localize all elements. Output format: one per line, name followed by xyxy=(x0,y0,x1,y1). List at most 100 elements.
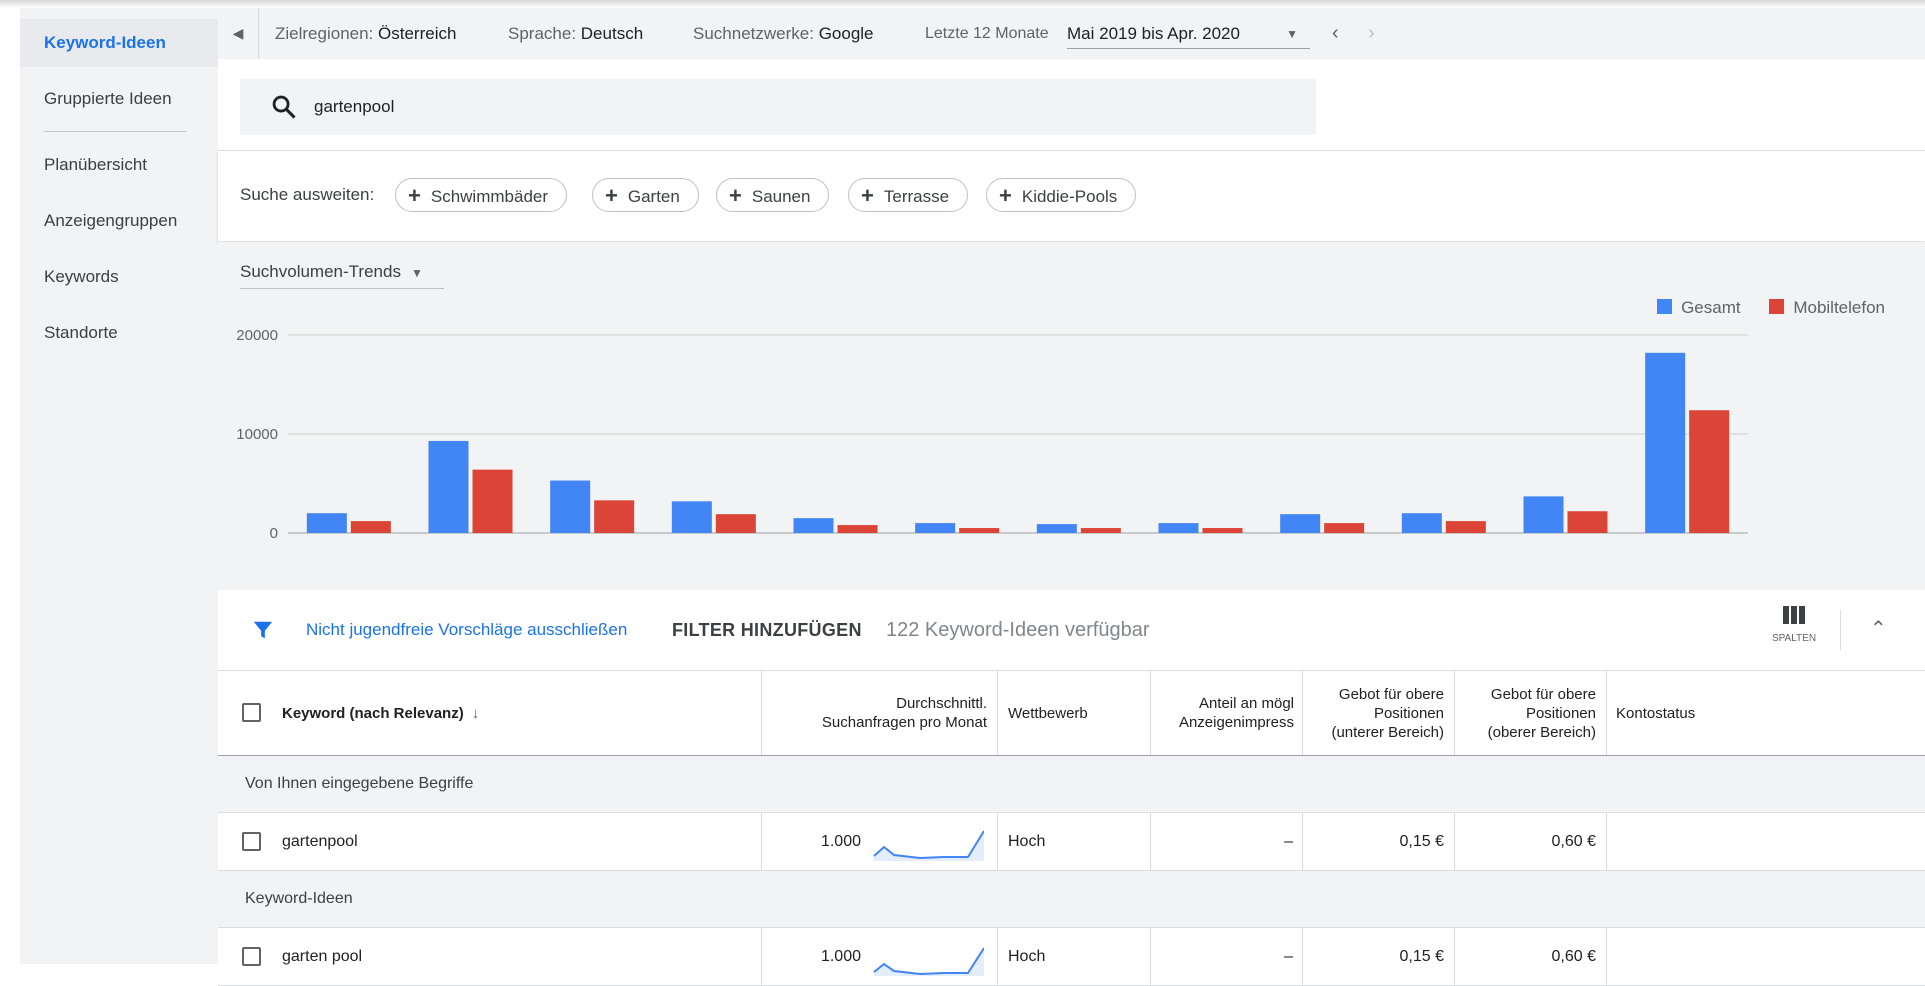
plus-icon: + xyxy=(408,183,421,208)
date-range-value: Mai 2019 bis Apr. 2020 xyxy=(1067,24,1240,43)
column-divider xyxy=(997,671,998,755)
column-header-bid-low[interactable]: Gebot für obere Positionen (unterer Bereic… xyxy=(1302,671,1454,755)
chip-label: Saunen xyxy=(751,187,811,206)
avg-searches-cell: 1.000 xyxy=(820,833,861,850)
exclude-adult-link[interactable]: Nicht jugendfreie Vorschläge ausschließe… xyxy=(306,590,627,670)
column-divider xyxy=(1606,813,1607,870)
chevron-right-icon[interactable]: › xyxy=(1368,8,1375,59)
header-line: Positionen xyxy=(1373,704,1444,722)
columns-icon xyxy=(1783,606,1805,624)
columns-label: SPALTEN xyxy=(1771,633,1817,644)
keyword-cell: gartenpool xyxy=(282,833,358,850)
group-label: Keyword-Ideen xyxy=(245,890,353,907)
search-area: gartenpool xyxy=(218,59,1925,158)
row-checkbox[interactable] xyxy=(242,947,261,966)
column-header-keyword[interactable]: Keyword (nach Relevanz) ↓ xyxy=(282,671,642,755)
sidebar-item-planuebersicht[interactable]: Planübersicht xyxy=(20,141,218,189)
chip-label: Garten xyxy=(627,187,680,206)
x-tick-label: Dez. 2019 xyxy=(1166,540,1234,542)
x-tick-label: Juli 2019 xyxy=(562,540,622,542)
bar-gesamt xyxy=(306,513,347,533)
chip-label: Schwimmbäder xyxy=(430,187,549,206)
search-query: gartenpool xyxy=(314,97,395,116)
group-label: Von Ihnen eingegebene Begriffe xyxy=(245,775,474,792)
column-divider xyxy=(997,813,998,870)
bar-chart: 20000 10000 0 Mai 2019 Juni 2019 Juli 2019 Aug… xyxy=(236,327,1748,542)
period-label: Letzte 12 Monate xyxy=(925,25,1049,42)
suggestion-chip[interactable]: + Terrasse xyxy=(848,178,969,212)
plus-icon: + xyxy=(999,183,1012,208)
y-tick-label: 10000 xyxy=(236,426,278,443)
x-tick-label: Okt. 2019 xyxy=(925,540,990,542)
table-row[interactable]: garten pool 1.000 Hoch – 0,15 € 0,60 € xyxy=(218,928,1925,986)
bar-gesamt xyxy=(915,523,956,533)
x-tick-label: Mai 2019 xyxy=(318,540,380,542)
header-line: Anteil an mögl xyxy=(1198,695,1294,712)
bid-low-cell: 0,15 € xyxy=(1399,948,1444,965)
language-label: Sprache: xyxy=(508,24,577,43)
suggestion-chip[interactable]: + Saunen xyxy=(716,178,830,212)
x-tick-label: März 2020 xyxy=(1530,540,1601,542)
y-tick-label: 0 xyxy=(270,525,278,542)
caret-down-icon: ▼ xyxy=(410,266,423,280)
column-header-bid-high[interactable]: Gebot für obere Positionen (oberer Bereich… xyxy=(1454,671,1606,755)
sidebar-item-gruppierte-ideen[interactable]: Gruppierte Ideen xyxy=(20,75,218,123)
chevron-up-icon[interactable]: ⌃ xyxy=(1870,616,1887,641)
arrow-down-icon: ↓ xyxy=(471,704,480,722)
suggestion-chip[interactable]: + Kiddie-Pools xyxy=(986,178,1137,212)
trend-dropdown-label: Suchvolumen-Trends xyxy=(240,262,401,281)
expand-search-label: Suche ausweiten: xyxy=(240,185,375,204)
bar-gesamt xyxy=(793,518,834,533)
bar-mobiltelefon xyxy=(1324,523,1365,533)
column-header-competition[interactable]: Wettbewerb xyxy=(1008,671,1148,755)
collapse-sidebar-button[interactable]: ◀ xyxy=(218,8,258,59)
bar-mobiltelefon xyxy=(1567,511,1608,533)
column-header-avg-searches[interactable]: Durchschnittl. Suchanfragen pro Monat xyxy=(761,671,997,755)
suggestion-chip[interactable]: + Schwimmbäder xyxy=(395,178,568,212)
columns-button[interactable]: SPALTEN xyxy=(1766,606,1822,656)
competition-cell: Hoch xyxy=(1008,948,1046,965)
search-networks-value: Google xyxy=(818,24,874,43)
sidebar-item-keywords[interactable]: Keywords xyxy=(20,253,218,301)
filter-icon[interactable] xyxy=(252,619,274,641)
sidebar-item-keyword-ideen[interactable]: Keyword-Ideen xyxy=(20,19,218,67)
date-range-select[interactable]: Mai 2019 bis Apr. 2020 ▼ xyxy=(1067,20,1310,49)
search-input[interactable]: gartenpool xyxy=(240,79,1316,135)
plus-icon: + xyxy=(605,183,618,208)
target-regions[interactable]: Zielregionen: Österreich xyxy=(275,8,456,59)
search-volume-chart-panel: Suchvolumen-Trends ▼ Gesamt Mobiltelefon … xyxy=(218,242,1925,590)
target-regions-label: Zielregionen: xyxy=(275,24,374,43)
suggestion-chip[interactable]: + Garten xyxy=(592,178,699,212)
add-filter-button[interactable]: FILTER HINZUFÜGEN xyxy=(672,590,862,670)
header-line: Suchanfragen pro Monat xyxy=(821,714,987,731)
divider xyxy=(1840,610,1841,650)
bar-gesamt xyxy=(1401,513,1442,533)
bar-gesamt xyxy=(428,440,469,533)
search-networks-setting[interactable]: Suchnetzwerke: Google xyxy=(693,8,874,59)
sidebar-item-anzeigengruppen[interactable]: Anzeigengruppen xyxy=(20,197,218,245)
sidebar-item-standorte[interactable]: Standorte xyxy=(20,309,218,357)
bar-gesamt xyxy=(1645,352,1686,533)
column-header-impression-share[interactable]: Anteil an mögl Anzeigenimpress xyxy=(1150,671,1302,755)
group-header-entered-terms: Von Ihnen eingegebene Begriffe xyxy=(218,756,1925,813)
select-all-checkbox[interactable] xyxy=(242,703,261,722)
column-header-account-status[interactable]: Kontostatus xyxy=(1616,671,1816,755)
bid-low-cell: 0,15 € xyxy=(1399,833,1444,850)
search-icon xyxy=(272,95,296,119)
trend-type-dropdown[interactable]: Suchvolumen-Trends ▼ xyxy=(240,256,444,289)
bar-mobiltelefon xyxy=(350,521,391,533)
header-line: Anzeigenimpress xyxy=(1178,714,1294,731)
settings-bar: ◀ Zielregionen: Österreich Sprache: Deut… xyxy=(218,8,1925,60)
column-divider xyxy=(1606,928,1607,985)
bid-high-cell: 0,60 € xyxy=(1551,948,1596,965)
language-setting[interactable]: Sprache: Deutsch xyxy=(508,8,643,59)
x-tick-label: Feb. 2020 xyxy=(1410,540,1478,542)
sparkline-chart xyxy=(873,830,984,861)
chevron-left-icon[interactable]: ‹ xyxy=(1332,8,1339,59)
table-row[interactable]: gartenpool 1.000 Hoch – 0,15 € 0,60 € xyxy=(218,813,1925,871)
impression-share-cell: – xyxy=(1284,948,1293,965)
row-checkbox[interactable] xyxy=(242,832,261,851)
bar-mobiltelefon xyxy=(1689,410,1730,533)
bar-gesamt xyxy=(1036,524,1077,533)
divider xyxy=(258,8,259,59)
